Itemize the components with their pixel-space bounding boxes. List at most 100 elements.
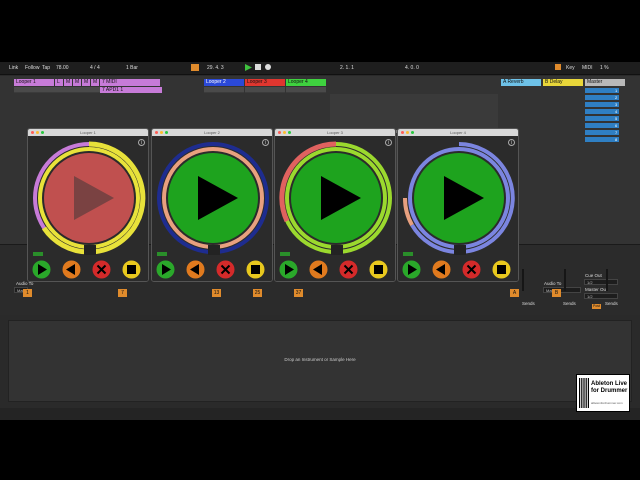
clear-button-icon[interactable] [462,260,481,279]
scene-launch-6[interactable] [585,123,619,128]
scene-number-2: 2 [615,95,618,100]
scene-launch-8[interactable] [585,137,619,142]
clear-button-icon[interactable] [216,260,235,279]
scene-launch-1[interactable] [585,88,619,93]
cue-out-label: Cue Out [585,273,602,278]
info-icon[interactable]: i [138,139,145,146]
track-title-b-delay[interactable]: B Delay [543,79,583,86]
track-title-m4[interactable]: M [91,79,99,86]
track-title-master[interactable]: Master [585,79,625,86]
send-a-button[interactable]: A [510,289,519,297]
cpu-meter: 1 % [600,65,609,71]
clear-button-icon[interactable] [92,260,111,279]
stop-button-icon[interactable] [492,260,511,279]
loop-start[interactable]: 2. 1. 1 [340,65,354,71]
master-out-label: Master Out [585,287,608,292]
scene-launch-5[interactable] [585,116,619,121]
track-title-m1[interactable]: M [64,79,72,86]
clip-row[interactable] [245,87,285,93]
undo-button-icon[interactable] [309,260,328,279]
logo-line-1: Ableton Live for Drummer [591,381,628,394]
play-icon[interactable] [244,64,252,71]
scene-launch-2[interactable] [585,95,619,100]
track-number-1[interactable]: 1 [23,289,32,297]
master-out-select[interactable]: 1/2 [584,293,618,299]
clear-button-icon[interactable] [339,260,358,279]
scene-number-8: 8 [615,137,618,142]
looper-window-4[interactable]: Looper 4 i [397,128,519,282]
track-title-looper-2[interactable]: Looper 2 [204,79,244,86]
track-number-7[interactable]: 7 [118,289,127,297]
window-title: Looper 3 [327,130,343,135]
stop-button-icon[interactable] [122,260,141,279]
loop-length[interactable]: 4. 0. 0 [405,65,419,71]
looper-ring[interactable] [279,141,393,255]
song-position[interactable]: 29. 4. 3 [207,65,224,71]
clip-slot-playing[interactable]: 7 APD1 1 [100,87,162,93]
ableton-for-drummer-logo: Ableton Live for Drummer abletonfordrumm… [576,374,630,412]
looper-ring[interactable] [156,141,270,255]
play-button-icon[interactable] [32,260,51,279]
looper-ring[interactable] [32,141,146,255]
track-title-looper-3[interactable]: Looper 3 [245,79,285,86]
undo-button-icon[interactable] [186,260,205,279]
arrangement-record-icon[interactable] [191,64,199,71]
key-button[interactable]: Key [566,65,575,71]
tempo-field[interactable]: 78.00 [56,65,69,71]
looper-ring[interactable] [402,141,516,255]
device-view[interactable]: Drop an Instrument or Sample Here [8,320,632,402]
output-select-right[interactable]: Master [543,287,581,293]
status-bar [0,408,640,420]
info-icon[interactable]: i [262,139,269,146]
scene-number-3: 3 [615,102,618,107]
cue-out-select[interactable]: 1/2 [584,279,618,285]
link-button[interactable]: Link [9,65,18,71]
key-map-icon[interactable] [555,64,561,70]
logo-url: abletonfordrummer.com [591,401,623,405]
clip-row[interactable] [286,87,326,93]
scene-number-7: 7 [615,130,618,135]
play-button-icon[interactable] [279,260,298,279]
info-icon[interactable]: i [508,139,515,146]
midi-button[interactable]: MIDI [582,65,593,71]
track-title-l[interactable]: L [55,79,63,86]
audio-to-label-right: Audio To [544,281,562,286]
scene-launch-4[interactable] [585,109,619,114]
window-title: Looper 2 [204,130,220,135]
stop-button-icon[interactable] [369,260,388,279]
time-signature[interactable]: 4 / 4 [90,65,100,71]
track-title-looper-4[interactable]: Looper 4 [286,79,326,86]
undo-button-icon[interactable] [62,260,81,279]
track-number-13[interactable]: 13 [212,289,221,297]
undo-button-icon[interactable] [432,260,451,279]
post-button[interactable]: Post [592,304,601,309]
track-title-m2[interactable]: M [73,79,81,86]
play-button-icon[interactable] [156,260,175,279]
track-number-25[interactable]: 25 [253,289,262,297]
scene-launch-3[interactable] [585,102,619,107]
transport-bar: Link Follow Tap 78.00 4 / 4 1 Bar 29. 4.… [0,62,640,75]
send-b-button[interactable]: B [552,289,561,297]
play-button-icon[interactable] [402,260,421,279]
sends-label-master: Sends [605,301,618,306]
track-title-looper-1[interactable]: Looper 1 [14,79,54,86]
quantization-select[interactable]: 1 Bar [126,65,138,71]
scene-launch-7[interactable] [585,130,619,135]
track-number-37[interactable]: 37 [294,289,303,297]
stop-button-icon[interactable] [246,260,265,279]
clip-row[interactable] [14,87,100,93]
stop-icon[interactable] [255,64,261,70]
looper-window-1[interactable]: Looper 1 i [27,128,149,282]
tap-button[interactable]: Tap [42,65,50,71]
info-icon[interactable]: i [385,139,392,146]
clip-row[interactable] [204,87,244,93]
track-title-m3[interactable]: M [82,79,90,86]
record-icon[interactable] [265,64,271,70]
scene-number-1: 1 [615,88,618,93]
track-title-midi[interactable]: 7 MIDI [100,79,160,86]
looper-window-2[interactable]: Looper 2 i [151,128,273,282]
looper-window-3[interactable]: Looper 3 i [274,128,396,282]
follow-button[interactable]: Follow [25,65,39,71]
scene-number-5: 5 [615,116,618,121]
track-title-a-reverb[interactable]: A Reverb [501,79,541,86]
